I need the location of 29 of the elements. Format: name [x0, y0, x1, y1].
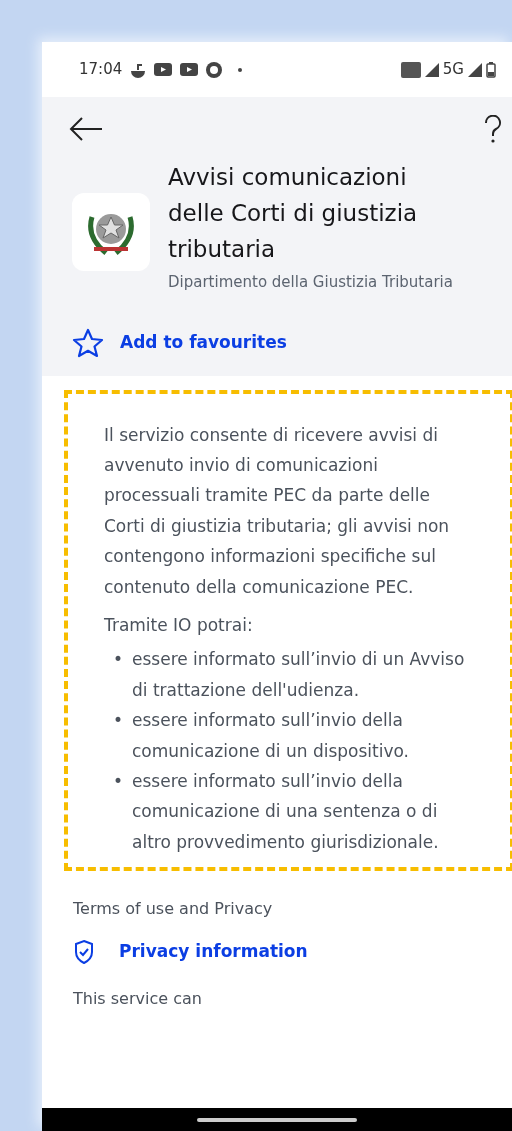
ring-icon: [206, 61, 223, 78]
status-time: 17:04: [79, 59, 123, 81]
star-icon[interactable]: [72, 327, 104, 358]
list-item: essere informato sull’invio della comunicazione di una sentenza o di altro provvedimento giurisdizionale.: [132, 769, 440, 854]
home-indicator[interactable]: [197, 1117, 357, 1122]
help-icon[interactable]: [484, 115, 502, 143]
description-intro: Tramite IO potrai:: [104, 613, 254, 637]
bowl-icon: [130, 61, 147, 78]
shield-check-icon[interactable]: [73, 939, 95, 966]
battery-icon: [486, 61, 496, 78]
list-item: essere informato sull’invio della comunicazione di un dispositivo.: [132, 709, 410, 763]
section-heading: Terms of use and Privacy: [73, 898, 274, 921]
add-to-favourites-link[interactable]: Add to favourites: [120, 329, 287, 356]
service-title: Avvisi comunicazioni delle Corti di giustizia tributaria: [168, 163, 419, 264]
privacy-information-link[interactable]: Privacy information: [119, 939, 308, 965]
signal-icon: [468, 62, 482, 77]
organization-name: Dipartimento della Giustizia Tributaria: [168, 272, 453, 293]
section-heading: This service can: [73, 988, 203, 1011]
network-type: 5G: [442, 59, 464, 81]
bullet: •: [112, 709, 124, 733]
bullet: •: [112, 648, 124, 672]
play-icon: [180, 63, 199, 76]
bullet: •: [112, 769, 124, 793]
back-arrow-icon[interactable]: [68, 116, 104, 142]
description-text: Il servizio consente di ricevere avvisi di avvenuto invio di comunicazioni processuali tramite PEC da parte delle Corti di giustizia tributaria; gli avvisi non contengono informazioni specifiche sul contenuto della comunicazione PEC.: [104, 423, 451, 599]
signal-icon: [424, 62, 439, 77]
play-icon: [154, 63, 173, 76]
list-item: essere informato sull’invio di un Avviso di trattazione dell'udienza.: [132, 648, 466, 702]
dot-icon: [238, 67, 243, 72]
